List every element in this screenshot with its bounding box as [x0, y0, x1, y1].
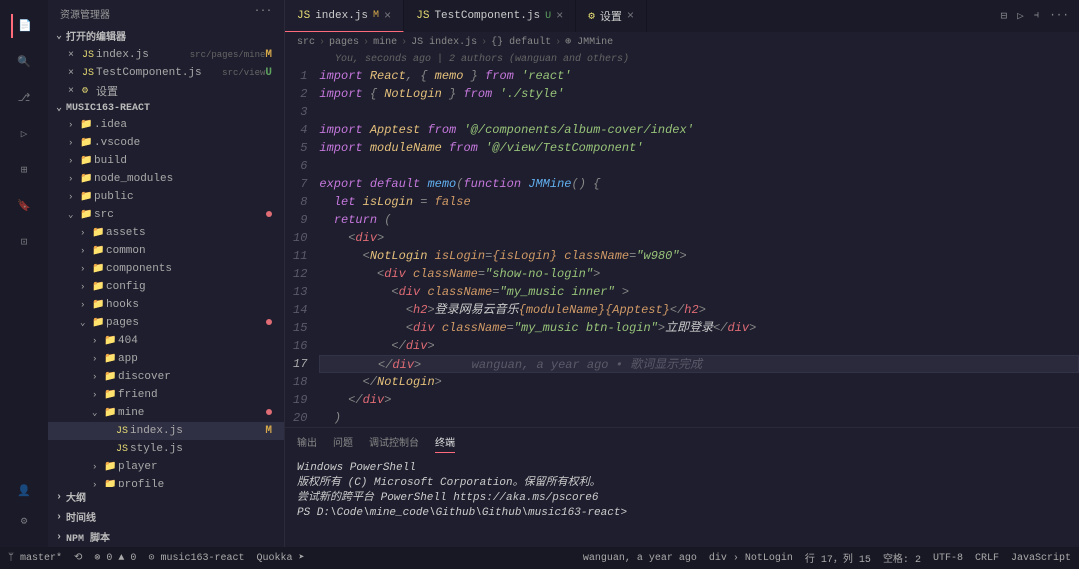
status-item[interactable]: 空格: 2	[883, 550, 921, 566]
npm-section[interactable]: ›NPM 脚本	[48, 527, 284, 547]
editor-tab[interactable]: ⚙设置×	[576, 0, 647, 32]
breadcrumb-item[interactable]: ⊕ JMMine	[565, 36, 613, 48]
bookmark-icon[interactable]: 🔖	[12, 194, 36, 218]
extensions-icon[interactable]: ⊞	[12, 158, 36, 182]
status-item[interactable]: Quokka ➤	[256, 552, 304, 564]
tree-item[interactable]: ⌄📁pages	[48, 314, 284, 332]
tree-item[interactable]: ›📁node_modules	[48, 170, 284, 188]
status-item[interactable]: ᛘ master*	[8, 552, 62, 564]
timeline-section[interactable]: ›时间线	[48, 507, 284, 527]
blame-header: You, seconds ago | 2 authors (wanguan an…	[285, 52, 1079, 67]
status-item[interactable]: ⊗ 0 ▲ 0	[94, 552, 136, 564]
terminal-body[interactable]: Windows PowerShell版权所有 (C) Microsoft Cor…	[285, 457, 1079, 547]
tree-item[interactable]: ›📁player	[48, 458, 284, 476]
tree-item[interactable]: ›📁components	[48, 260, 284, 278]
status-item[interactable]: ⊙ music163-react	[148, 552, 244, 564]
tree-item[interactable]: ⌄📁mine	[48, 404, 284, 422]
terminal-tab[interactable]: 输出	[297, 432, 317, 453]
other-icon[interactable]: ⊡	[12, 230, 36, 254]
tree-item[interactable]: JSindex.jsM	[48, 422, 284, 440]
tree-item[interactable]: ›📁app	[48, 350, 284, 368]
activity-bar: 📄 🔍 ⎇ ▷ ⊞ 🔖 ⊡ 👤 ⚙	[0, 0, 48, 547]
open-editor-item[interactable]: ×⚙设置	[48, 82, 284, 100]
terminal-tab[interactable]: 问题	[333, 432, 353, 453]
tree-item[interactable]: ›📁build	[48, 152, 284, 170]
open-editor-item[interactable]: ×JSindex.jssrc/pages/mineM	[48, 46, 284, 64]
split-icon[interactable]: ⫞	[1034, 10, 1040, 22]
close-icon[interactable]: ×	[556, 9, 563, 23]
breadcrumb-item[interactable]: pages	[329, 37, 359, 48]
tree-item[interactable]: ›📁.vscode	[48, 134, 284, 152]
terminal-panel: 输出问题调试控制台终端 Windows PowerShell版权所有 (C) M…	[285, 427, 1079, 547]
status-bar: ᛘ master* ⟲ ⊗ 0 ▲ 0 ⊙ music163-react Quokka …	[0, 547, 1079, 569]
project-section[interactable]: ⌄MUSIC163-REACT	[48, 100, 284, 116]
outline-section[interactable]: ›大纲	[48, 487, 284, 507]
tree-item[interactable]: ›📁profile	[48, 476, 284, 487]
open-editors-section[interactable]: ⌄打开的编辑器	[48, 26, 284, 46]
status-item[interactable]: 行 17，列 15	[805, 550, 871, 566]
status-item[interactable]: JavaScript	[1011, 553, 1071, 564]
tree-item[interactable]: ›📁friend	[48, 386, 284, 404]
tree-item[interactable]: ›📁.idea	[48, 116, 284, 134]
code-editor[interactable]: 12345678910111213141516171819202122 impo…	[285, 67, 1079, 427]
breadcrumb-item[interactable]: mine	[373, 37, 397, 48]
explorer-icon[interactable]: 📄	[11, 14, 35, 38]
tree-item[interactable]: ›📁discover	[48, 368, 284, 386]
tree-item[interactable]: ›📁public	[48, 188, 284, 206]
breadcrumb-item[interactable]: src	[297, 37, 315, 48]
run-icon[interactable]: ▷	[1017, 9, 1024, 23]
terminal-tab[interactable]: 调试控制台	[369, 432, 419, 453]
breadcrumb-item[interactable]: {} default	[491, 37, 551, 48]
account-icon[interactable]: 👤	[12, 479, 36, 503]
terminal-tab[interactable]: 终端	[435, 432, 455, 453]
tree-item[interactable]: ›📁common	[48, 242, 284, 260]
tree-item[interactable]: ›📁config	[48, 278, 284, 296]
status-item[interactable]: CRLF	[975, 553, 999, 564]
editor-tab[interactable]: JSTestComponent.jsU×	[404, 0, 576, 32]
sidebar-title: 资源管理器	[60, 6, 110, 22]
close-icon[interactable]: ×	[627, 9, 634, 23]
status-item[interactable]: UTF-8	[933, 553, 963, 564]
status-item[interactable]: ⟲	[74, 552, 82, 564]
debug-icon[interactable]: ▷	[12, 122, 36, 146]
editor-tab[interactable]: JSindex.jsM×	[285, 0, 404, 32]
sidebar: 资源管理器 ··· ⌄打开的编辑器 ×JSindex.jssrc/pages/m…	[48, 0, 285, 547]
open-editor-item[interactable]: ×JSTestComponent.jssrc/viewU	[48, 64, 284, 82]
settings-icon[interactable]: ⚙	[12, 509, 36, 533]
breadcrumb[interactable]: src›pages›mine›JS index.js›{} default›⊕ …	[285, 32, 1079, 52]
tree-item[interactable]: ›📁hooks	[48, 296, 284, 314]
tree-item[interactable]: ›📁assets	[48, 224, 284, 242]
tree-item[interactable]: JSstyle.js	[48, 440, 284, 458]
tree-item[interactable]: ›📁404	[48, 332, 284, 350]
close-icon[interactable]: ×	[384, 9, 391, 23]
sidebar-more-icon[interactable]: ···	[254, 6, 272, 22]
status-item[interactable]: div › NotLogin	[709, 553, 793, 564]
status-item[interactable]: wanguan, a year ago	[583, 553, 697, 564]
tree-item[interactable]: ⌄📁src	[48, 206, 284, 224]
breadcrumb-item[interactable]: JS index.js	[411, 37, 477, 48]
source-control-icon[interactable]: ⎇	[12, 86, 36, 110]
tab-more-icon[interactable]: ···	[1049, 10, 1069, 22]
editor-area: JSindex.jsM×JSTestComponent.jsU×⚙设置× ⊟ ▷…	[285, 0, 1079, 547]
search-icon[interactable]: 🔍	[12, 50, 36, 74]
layout-toggle-icon[interactable]: ⊟	[1000, 9, 1007, 23]
tabs-bar: JSindex.jsM×JSTestComponent.jsU×⚙设置× ⊟ ▷…	[285, 0, 1079, 32]
